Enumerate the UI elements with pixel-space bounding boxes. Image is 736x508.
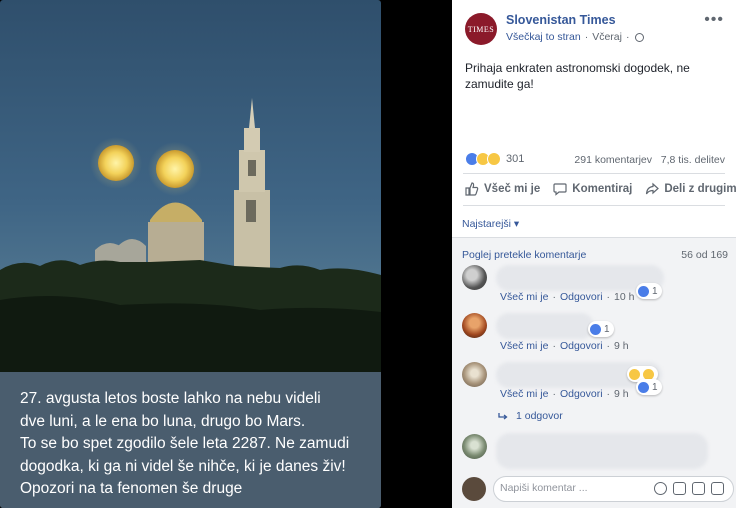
cool-reaction-icon [643,368,654,380]
commenter-avatar[interactable] [462,265,487,290]
reaction-count: 301 [506,153,525,165]
commenter-avatar[interactable] [462,313,487,338]
comment-reactions[interactable]: 1 [636,379,662,395]
avatar [462,477,486,501]
comment-composer: Napiši komentar ... [452,471,736,508]
meta-separator: · [606,291,611,303]
shares-count[interactable]: 7,8 tis. delitev [661,154,725,166]
comment-time[interactable]: 9 h [614,388,629,400]
reactions-summary[interactable]: 301 [465,152,524,166]
like-reaction-icon [638,285,649,297]
comment-reactions[interactable]: 1 [588,321,614,337]
meta-separator: · [584,31,589,43]
meta-separator: · [552,291,556,303]
comment-reply-link[interactable]: Odgovori [560,388,603,400]
comment-like-link[interactable]: Všeč mi je [500,388,548,400]
commenter-avatar[interactable] [462,362,487,387]
comment-reply-link[interactable]: Odgovori [560,291,603,303]
comment-like-link[interactable]: Všeč mi je [500,291,548,303]
caption-line: dve luni, a le ena bo luna, drugo bo Mar… [20,412,306,430]
comment-icon [553,183,567,196]
like-label: Všeč mi je [484,183,541,195]
emoji-icon[interactable] [654,482,667,495]
meta-separator: · [552,388,556,400]
camera-icon[interactable] [673,482,686,495]
share-label: Deli z drugimi [664,183,736,195]
comment-input-placeholder: Napiši komentar ... [500,482,588,494]
thumbs-up-icon [465,182,479,196]
smile-reaction-icon [629,368,640,380]
like-reaction-icon [638,381,649,393]
comment-like-link[interactable]: Všeč mi je [500,340,548,352]
replies-label: 1 odgovor [516,410,563,422]
caption-line: dogodka, ki ga ni videl še nihče, ki je … [20,457,346,475]
caption-line: To se bo spet zgodilo šele leta 2287. Ne… [20,435,350,453]
comment-reaction-count: 1 [604,323,610,335]
sticker-icon[interactable] [711,482,724,495]
comment-time[interactable]: 10 h [614,291,634,303]
comment-reaction-count: 1 [652,381,658,393]
globe-icon [635,32,645,42]
photo-caption: 27. avgusta letos boste lahko na nebu vi… [20,388,370,501]
more-options-icon[interactable]: ••• [704,11,724,29]
logo-text: TIMES [467,24,495,34]
comment-actions: Všeč mi je · Odgovori · 9 h [500,340,629,352]
like-page-link[interactable]: Všečkaj to stran [506,31,581,43]
comment-reply-link[interactable]: Odgovori [560,340,603,352]
comment-time[interactable]: 9 h [614,340,629,352]
like-button[interactable]: Všeč mi je [465,182,540,196]
reply-arrow-icon [498,413,508,420]
comment-bubble-blurred [496,433,708,469]
comment-reactions[interactable]: 1 [636,283,662,299]
divider [463,205,725,206]
post-actions: Všeč mi je Komentiraj Deli z drugimi [465,182,736,196]
comments-count[interactable]: 291 komentarjev [574,154,652,166]
theater-backdrop [381,0,452,508]
meta-separator: · [625,31,630,43]
comment-bubble-blurred [496,313,594,339]
comment-reaction-count: 1 [652,285,658,297]
engagement-counts: 291 komentarjev 7,8 tis. delitev [574,154,725,166]
comments-page-count: 56 od 169 [681,249,728,261]
meta-separator: · [606,388,611,400]
post-time[interactable]: Včeraj [592,31,622,43]
caption-line: Opozori na ta fenomen še druge [20,480,243,498]
post-text: Prihaja enkraten astronomski dogodek, ne… [465,61,690,91]
page-logo[interactable]: TIMES [465,13,497,45]
gif-icon[interactable] [692,482,705,495]
caption-line: 27. avgusta letos boste lahko na nebu vi… [20,390,321,407]
comment-button[interactable]: Komentiraj [553,182,632,196]
post-meta: Všečkaj to stran · Včeraj · [506,31,645,43]
comment-actions: Všeč mi je · Odgovori · 9 h [500,388,629,400]
photo-image: 27. avgusta letos boste lahko na nebu vi… [0,0,381,508]
share-button[interactable]: Deli z drugimi [645,182,736,196]
like-reaction-icon [590,323,601,335]
comment-sort-dropdown[interactable]: Najstarejši ▾ [462,218,519,230]
post-panel: TIMES Slovenistan Times Všečkaj to stran… [452,0,736,508]
meta-separator: · [552,340,556,352]
comment-label: Komentiraj [572,183,633,195]
view-replies-link[interactable]: 1 odgovor [498,410,563,422]
meta-separator: · [606,340,611,352]
commenter-avatar[interactable] [462,434,487,459]
divider [463,173,725,174]
comment-actions: Všeč mi je · Odgovori · 10 h [500,291,634,303]
post-photo[interactable]: 27. avgusta letos boste lahko na nebu vi… [0,0,381,508]
haha-reaction-icon [487,152,501,166]
page-name-link[interactable]: Slovenistan Times [506,13,616,27]
share-icon [646,182,660,195]
view-previous-comments-link[interactable]: Poglej pretekle komentarje [462,249,586,261]
